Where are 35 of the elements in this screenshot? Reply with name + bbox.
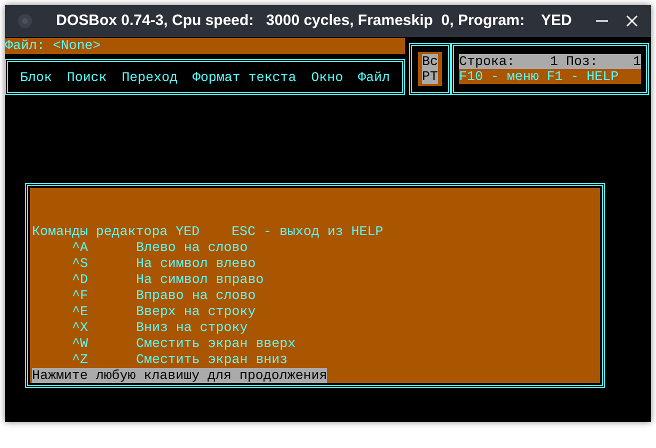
window-title: DOSBox 0.74-3, Cpu speed: 3000 cycles, Frameskip 0, Program: YED: [55, 10, 573, 31]
help-title: Команды редактора YED: [32, 224, 200, 240]
escape-hint: ESC - выход из HELP: [232, 224, 384, 240]
position-value: 1: [633, 54, 641, 69]
menu-item[interactable]: Поиск: [66, 70, 107, 84]
continue-prompt: Нажмите любую клавишу для продолжения: [32, 368, 328, 383]
menu-item[interactable]: Переход: [122, 70, 178, 84]
shortcut-key: ^E: [72, 304, 136, 320]
command-description: Сместить экран вверх: [136, 336, 296, 352]
menu-item[interactable]: Формат текста: [192, 70, 296, 84]
command-description: На символ вправо: [136, 272, 264, 288]
hint-bar: F10 - меню F1 - HELP: [459, 69, 641, 84]
shortcut-key: ^F: [72, 288, 136, 304]
menu-item[interactable]: Файл: [358, 70, 390, 84]
shortcut-key: ^A: [72, 240, 136, 256]
file-bar: Файл: <None>: [5, 38, 405, 54]
menu-item[interactable]: Окно: [311, 70, 344, 84]
command-description: Вниз на строку: [136, 320, 248, 336]
shortcut-key: ^D: [72, 272, 136, 288]
shortcut-key: ^X: [72, 320, 136, 336]
position-label: Поз:: [566, 54, 598, 69]
line-label: Строка:: [459, 54, 515, 69]
menu-item[interactable]: Блок: [20, 70, 52, 84]
close-icon[interactable]: [625, 14, 639, 28]
mode-indicator: Вс: [422, 54, 438, 69]
line-value: 1: [550, 54, 558, 69]
command-description: Сместить экран вниз: [136, 352, 288, 368]
mode-indicator: РТ: [422, 69, 438, 84]
command-description: Вверх на строку: [136, 304, 256, 320]
command-description: Вправо на слово: [136, 288, 256, 304]
shortcut-key: ^Z: [72, 352, 136, 368]
shortcut-key: ^S: [72, 256, 136, 272]
shortcut-key: ^W: [72, 336, 136, 352]
command-description: На символ влево: [136, 256, 256, 272]
command-description: Влево на слово: [136, 240, 248, 256]
